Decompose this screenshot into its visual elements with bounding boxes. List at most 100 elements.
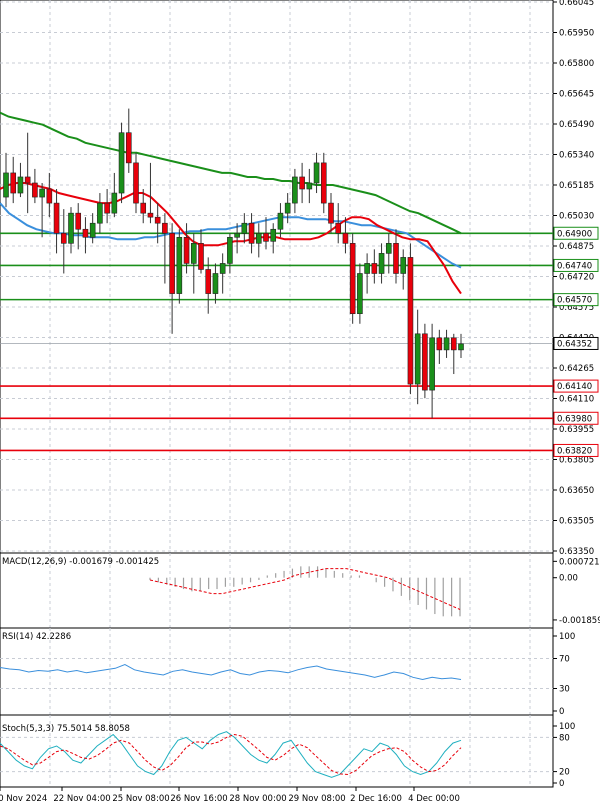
time-tick-label: 20 Nov 2024 [0,794,47,804]
candle-body [205,269,212,294]
level-label: 0.63820 [557,446,592,456]
candle-body [292,176,298,204]
candle-body [393,243,399,274]
price-tick-label: 0.63805 [559,456,594,466]
candle-body [414,333,421,385]
candle-body [335,222,342,234]
candle-body [53,202,60,234]
time-axis: 20 Nov 2024 22 Nov 04:0025 Nov 08:0026 No… [0,786,553,804]
candle-body [306,182,313,190]
candle-body [140,202,147,214]
candle-body [227,236,233,264]
candle-body [313,162,320,184]
time-tick-label: 2 Dec 16:00 [350,794,402,804]
macd-title: MACD(12,26,9) -0.001679 -0.001425 [2,557,159,567]
candle-body [60,232,67,244]
current-price-label: 0.64352 [557,339,592,349]
level-label: 0.64140 [557,382,592,392]
candle-body [111,192,118,214]
candle-body [162,222,168,234]
forex-chart: 0.66045 0.65950 0.65800 0.65645 0.65490 0.653… [0,0,600,804]
price-tick-label: 0.64875 [559,242,594,252]
candle-body [357,273,363,315]
price-tick-label: 0.65950 [559,29,594,39]
candle-body [68,212,74,244]
stoch-tick-label: 20 [559,768,570,778]
price-tick-label: 0.65800 [559,59,594,69]
candle-body [176,236,183,294]
macd-panel: MACD(12,26,9) -0.001679 -0.001425 0.0007… [0,552,600,629]
candle-body [212,273,219,294]
time-tick-label: 4 Dec 00:00 [408,794,460,804]
candle-body [133,162,139,204]
candle-body [371,263,378,274]
candle-body [342,232,349,244]
rsi-tick-label: 100 [559,632,575,642]
candle-body [378,253,385,274]
candle-body [458,343,464,351]
candle-body [270,228,277,242]
candle-body [118,132,125,194]
candle-body [277,212,284,230]
candle-body [234,232,240,238]
candle-body [183,236,190,264]
candle-body [39,188,45,198]
candle-body [147,212,154,218]
stoch-tick-label: 100 [559,722,575,732]
candle-body [17,176,24,194]
stoch-tick-label: 0 [559,779,564,789]
rsi-tick-label: 70 [559,655,570,665]
candle-body [89,222,96,238]
macd-tick-label: -0.001859 [559,616,600,626]
stoch-title: Stoch(5,3,3) 75.5014 58.8058 [2,724,130,734]
price-panel: 0.66045 0.65950 0.65800 0.65645 0.65490 0.653… [0,0,599,557]
price-tick-label: 0.65185 [559,181,594,191]
candle-body [241,222,248,234]
rsi-title: RSI(14) 42.2286 [2,632,71,642]
candle-body [154,216,161,224]
time-tick-label: 26 Nov 16:00 [170,794,227,804]
time-tick-label: 28 Nov 00:00 [229,794,286,804]
candle-body [364,263,370,274]
candle-body [299,176,305,190]
stoch-panel: Stoch(5,3,3) 75.5014 58.8058 10080 200 [0,714,575,789]
stoch-tick-label: 80 [559,733,570,743]
candle-body [400,257,407,274]
candle-body [125,132,132,164]
price-tick-label: 0.65645 [559,90,594,100]
price-tick-label: 0.65490 [559,120,594,130]
candle-body [104,202,110,214]
price-tick-label: 0.64265 [559,364,594,374]
rsi-tick-label: 30 [559,685,570,695]
macd-signal-line [149,568,461,610]
candle-body [349,243,356,315]
price-tick-label: 0.65340 [559,151,594,161]
candle-body [450,337,457,351]
candle-body [46,188,53,204]
candle-body [75,212,82,230]
candle-body [320,162,327,204]
candle-body [3,172,9,198]
candle-body [436,337,443,351]
level-label: 0.64740 [557,261,592,271]
level-label: 0.64900 [557,229,592,239]
level-label: 0.64570 [557,296,592,306]
price-tick-label: 0.64110 [559,395,594,405]
candle-body [219,263,226,274]
time-tick-label: 22 Nov 04:00 [53,794,110,804]
candle-body [190,243,197,264]
candle-body [97,202,103,224]
price-tick-label: 0.65030 [559,212,594,222]
candle-body [169,232,175,294]
price-tick-label: 0.63650 [559,486,594,496]
macd-tick-label: 0.00 [559,574,578,584]
rsi-tick-label: 0 [559,707,564,717]
candle-body [284,202,291,214]
candle-body [10,172,17,194]
time-tick-label: 29 Nov 08:00 [288,794,345,804]
candle-body [429,337,435,391]
price-tick-label: 0.63505 [559,517,594,527]
rsi-panel: RSI(14) 42.2286 100 70 30 0 [0,627,575,717]
price-tick-label: 0.64720 [559,273,594,283]
candle-body [443,337,450,351]
